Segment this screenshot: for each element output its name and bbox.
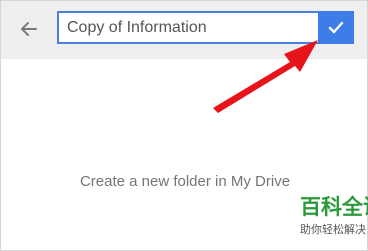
watermark: 百科全说 助你轻松解决 xyxy=(296,187,368,249)
watermark-subtitle: 助你轻松解决 xyxy=(300,224,366,236)
watermark-title: 百科全说 xyxy=(300,196,368,219)
